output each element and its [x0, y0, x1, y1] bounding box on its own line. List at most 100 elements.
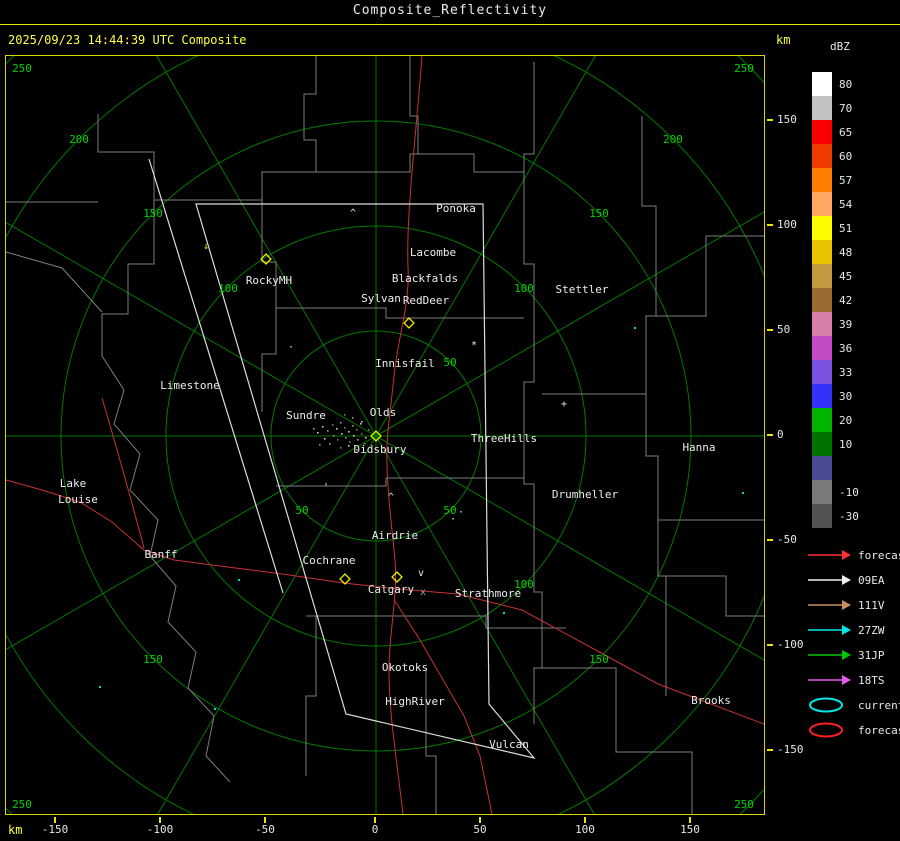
legend-item: 31JP: [806, 647, 885, 663]
right-axis-tick: [767, 329, 773, 331]
range-label: 250: [12, 798, 32, 811]
range-label: 150: [143, 653, 163, 666]
colorbar-value: 42: [839, 293, 853, 307]
title-divider: [0, 24, 900, 25]
colorbar-swatch: [812, 360, 832, 384]
right-axis-tick: [767, 224, 773, 226]
city-label: ThreeHills: [471, 432, 537, 445]
colorbar-swatch: [812, 504, 832, 528]
bottom-axis-label: 150: [680, 823, 700, 836]
radar-map-canvas: 2502001501002502001501005050150250501001…: [6, 56, 764, 814]
range-label: 200: [663, 133, 683, 146]
city-label: Vulcan: [489, 738, 529, 751]
echo-dot: [336, 428, 338, 430]
city-label: Drumheller: [552, 488, 619, 501]
legend-item-label: 09EA: [858, 573, 885, 587]
city-label: Cochrane: [303, 554, 356, 567]
colorbar-row: 33: [812, 360, 869, 384]
city-label: Ponoka: [436, 202, 476, 215]
colorbar-row: 57: [812, 168, 869, 192]
colorbar-swatch: [812, 120, 832, 144]
city-label: Didsbury: [354, 443, 407, 456]
colorbar-row: 80: [812, 72, 869, 96]
city-label: Innisfail: [375, 357, 435, 370]
echo-dot: [352, 417, 354, 419]
colorbar-swatch: [812, 312, 832, 336]
colorbar-row: -10: [812, 480, 869, 504]
range-label: 200: [69, 133, 89, 146]
map-symbol: v: [418, 568, 424, 579]
map-symbol: ': [323, 482, 329, 493]
colorbar-swatch: [812, 72, 832, 96]
range-label: 100: [514, 282, 534, 295]
echo-dot: [348, 431, 350, 433]
echo-dot: [329, 443, 331, 445]
colorbar-row: 51: [812, 216, 869, 240]
bottom-axis-label: -50: [255, 823, 275, 836]
city-label: Blackfalds: [392, 272, 458, 285]
colorbar-row: [812, 456, 869, 480]
legend-ellipse-icon: [809, 697, 843, 713]
echo-dot: [317, 432, 319, 434]
bottom-axis-label: 50: [473, 823, 487, 836]
colorbar-swatch: [812, 384, 832, 408]
city-label: Airdrie: [372, 529, 418, 542]
echo-dot: [332, 424, 334, 426]
radar-app-window: Composite_Reflectivity 2025/09/23 14:44:…: [0, 0, 900, 841]
right-axis-tick: [767, 539, 773, 541]
colorbar-swatch: [812, 192, 832, 216]
timestamp-label: 2025/09/23 14:44:39 UTC Composite: [8, 33, 247, 47]
echo-dot: [327, 430, 329, 432]
city-label: Stettler: [556, 283, 609, 296]
colorbar-row: 65: [812, 120, 869, 144]
legend-arrow-icon: [808, 650, 851, 660]
colorbar: 80 70 65 60 57 54 51 48 45 42 39 36 33 30 20 10 -10 -30: [812, 72, 869, 528]
unit-label-bottom: km: [8, 823, 23, 837]
range-label: 150: [143, 207, 163, 220]
colorbar-row: 30: [812, 384, 869, 408]
city-label: Lacombe: [410, 246, 456, 259]
map-symbol: ·: [288, 342, 294, 353]
echo-dot: [361, 421, 363, 423]
station-diamond-marker: [403, 317, 415, 329]
range-label: 100: [218, 282, 238, 295]
colorbar-row: -30: [812, 504, 869, 528]
colorbar-value: 10: [839, 437, 853, 451]
echo-dot: [349, 441, 351, 443]
range-label: 250: [12, 62, 32, 75]
weak-echo-speck: [634, 327, 636, 329]
right-axis-label: -100: [777, 638, 804, 651]
legend-item: 18TS: [806, 672, 885, 688]
colorbar-value: 48: [839, 245, 853, 259]
city-label: HighRiver: [385, 695, 445, 708]
colorbar-swatch: [812, 432, 832, 456]
map-symbol: +: [561, 399, 567, 410]
range-label: 150: [589, 653, 609, 666]
echo-dot: [319, 444, 321, 446]
echo-dot: [357, 439, 359, 441]
legend-arrow-icon: [808, 675, 851, 685]
range-label: 50: [443, 356, 456, 369]
weak-echo-speck: [238, 579, 240, 581]
city-label: Louise: [58, 493, 98, 506]
echo-dot: [352, 425, 354, 427]
legend-item: 09EA: [806, 572, 885, 588]
colorbar-value: 60: [839, 149, 853, 163]
colorbar-value: 65: [839, 125, 853, 139]
city-label: Hanna: [682, 441, 715, 454]
echo-dot: [345, 437, 347, 439]
echo-dot: [353, 435, 355, 437]
range-label: 50: [295, 504, 308, 517]
colorbar-row: 20: [812, 408, 869, 432]
right-axis-label: 0: [777, 428, 784, 441]
range-label: 150: [589, 207, 609, 220]
city-label: Strathmore: [455, 587, 521, 600]
city-label: Banff: [144, 548, 177, 561]
colorbar-swatch: [812, 240, 832, 264]
legend-item: 111V: [806, 597, 885, 613]
echo-dot: [356, 429, 358, 431]
echo-dot: [368, 429, 370, 431]
bottom-axis-label: -100: [146, 823, 174, 836]
legend-item: current: [806, 697, 900, 713]
right-axis-label: 50: [777, 323, 791, 336]
